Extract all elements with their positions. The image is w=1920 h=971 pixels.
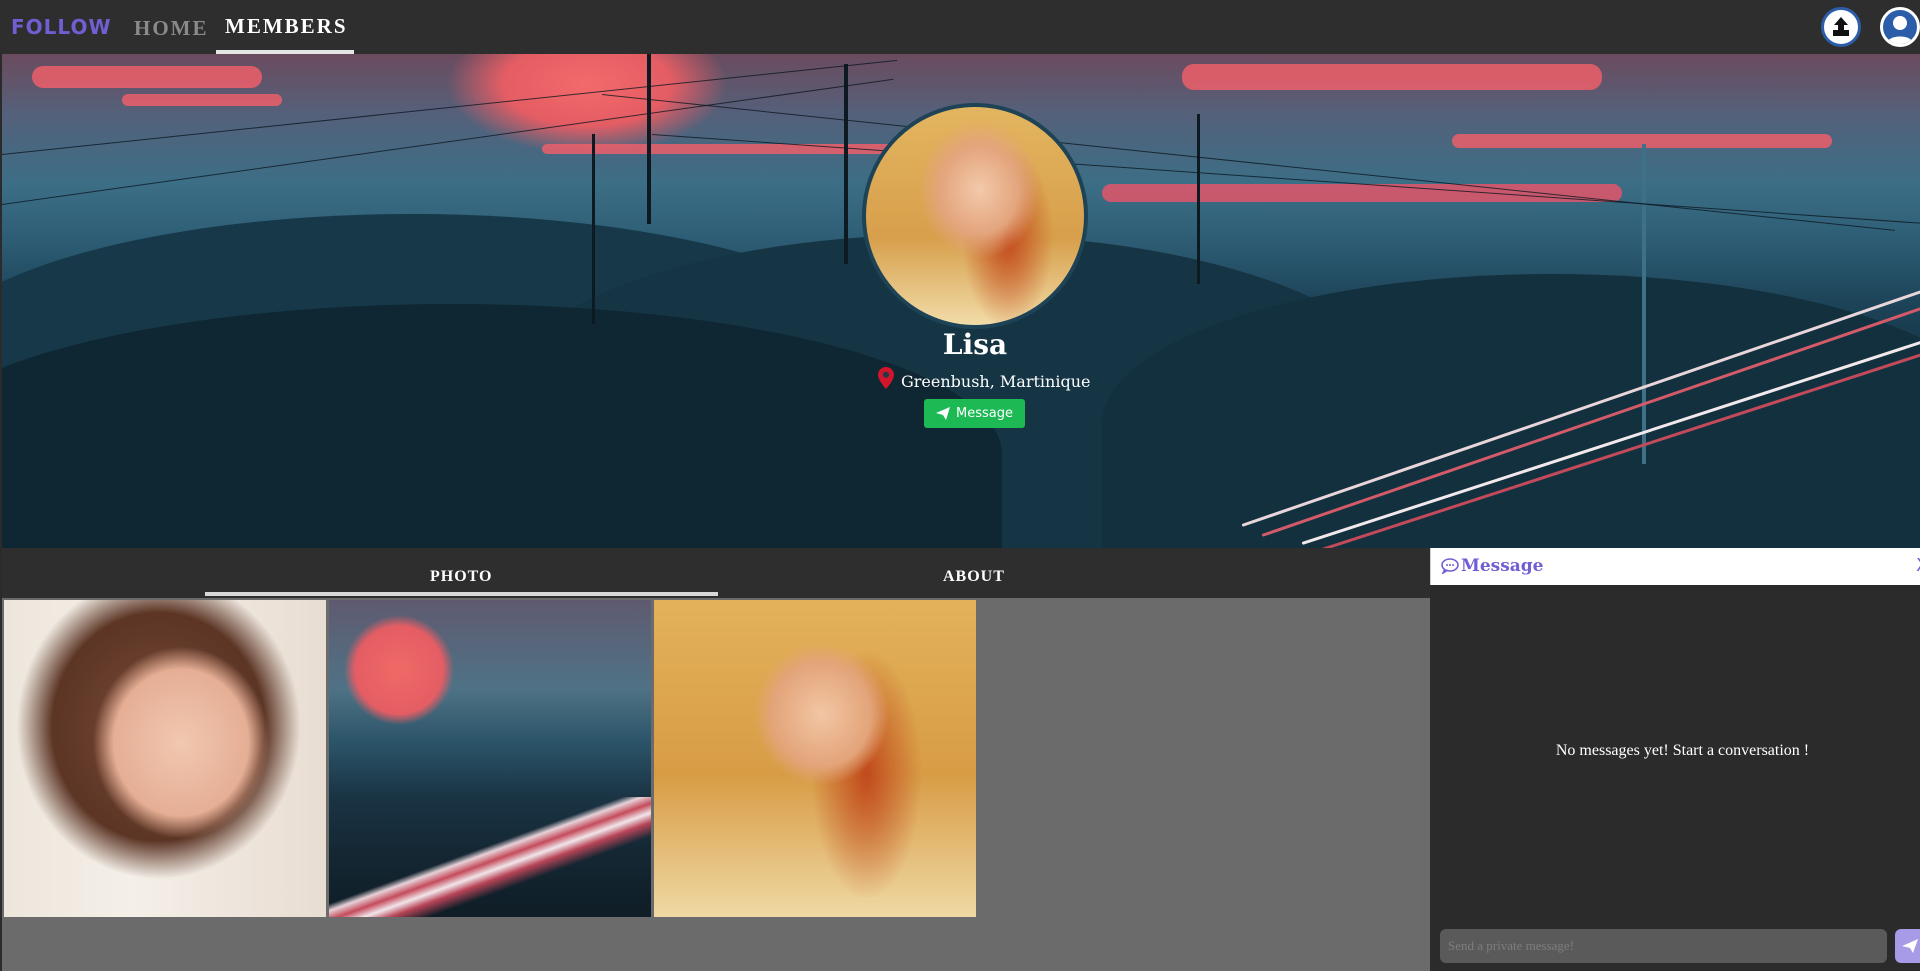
chat-bubble-icon xyxy=(1441,558,1459,574)
chat-header: Message X xyxy=(1430,548,1920,585)
gallery-photo[interactable] xyxy=(329,600,651,917)
user-avatar-button[interactable] xyxy=(1880,7,1920,47)
send-message-button[interactable] xyxy=(1895,929,1920,963)
message-button-label: Message xyxy=(956,406,1013,421)
upload-button[interactable] xyxy=(1821,7,1861,47)
chat-empty-state: No messages yet! Start a conversation ! xyxy=(1555,742,1810,759)
upload-icon xyxy=(1833,17,1849,36)
gallery-photo[interactable] xyxy=(4,600,326,917)
chat-message-input[interactable] xyxy=(1440,929,1887,963)
profile-location: Greenbush, Martinique xyxy=(901,372,1091,391)
top-navbar: FOLLOW HOME MEMBERS xyxy=(0,0,1920,54)
chat-panel: Message X No messages yet! Start a conve… xyxy=(1430,548,1920,971)
tab-about[interactable]: ABOUT xyxy=(943,568,1005,586)
chat-title-text: Message xyxy=(1461,556,1544,576)
nav-members-link[interactable]: MEMBERS xyxy=(225,14,348,39)
profile-tabs: PHOTO ABOUT xyxy=(2,548,1430,598)
user-icon xyxy=(1887,16,1913,44)
chat-close-button[interactable]: X xyxy=(1916,555,1920,576)
site-logo[interactable]: FOLLOW xyxy=(11,15,112,39)
nav-home-link[interactable]: HOME xyxy=(134,16,209,41)
tab-photo[interactable]: PHOTO xyxy=(430,568,493,586)
paper-plane-icon xyxy=(1902,939,1918,953)
photo-gallery xyxy=(2,598,1430,971)
profile-name: Lisa xyxy=(942,328,1008,361)
map-pin-icon xyxy=(878,367,894,389)
gallery-photo[interactable] xyxy=(654,600,976,917)
active-tab-indicator xyxy=(205,592,718,596)
profile-photo[interactable] xyxy=(862,103,1088,329)
message-button[interactable]: Message xyxy=(924,399,1025,428)
paper-plane-icon xyxy=(936,407,950,420)
chat-title: Message xyxy=(1441,556,1544,576)
